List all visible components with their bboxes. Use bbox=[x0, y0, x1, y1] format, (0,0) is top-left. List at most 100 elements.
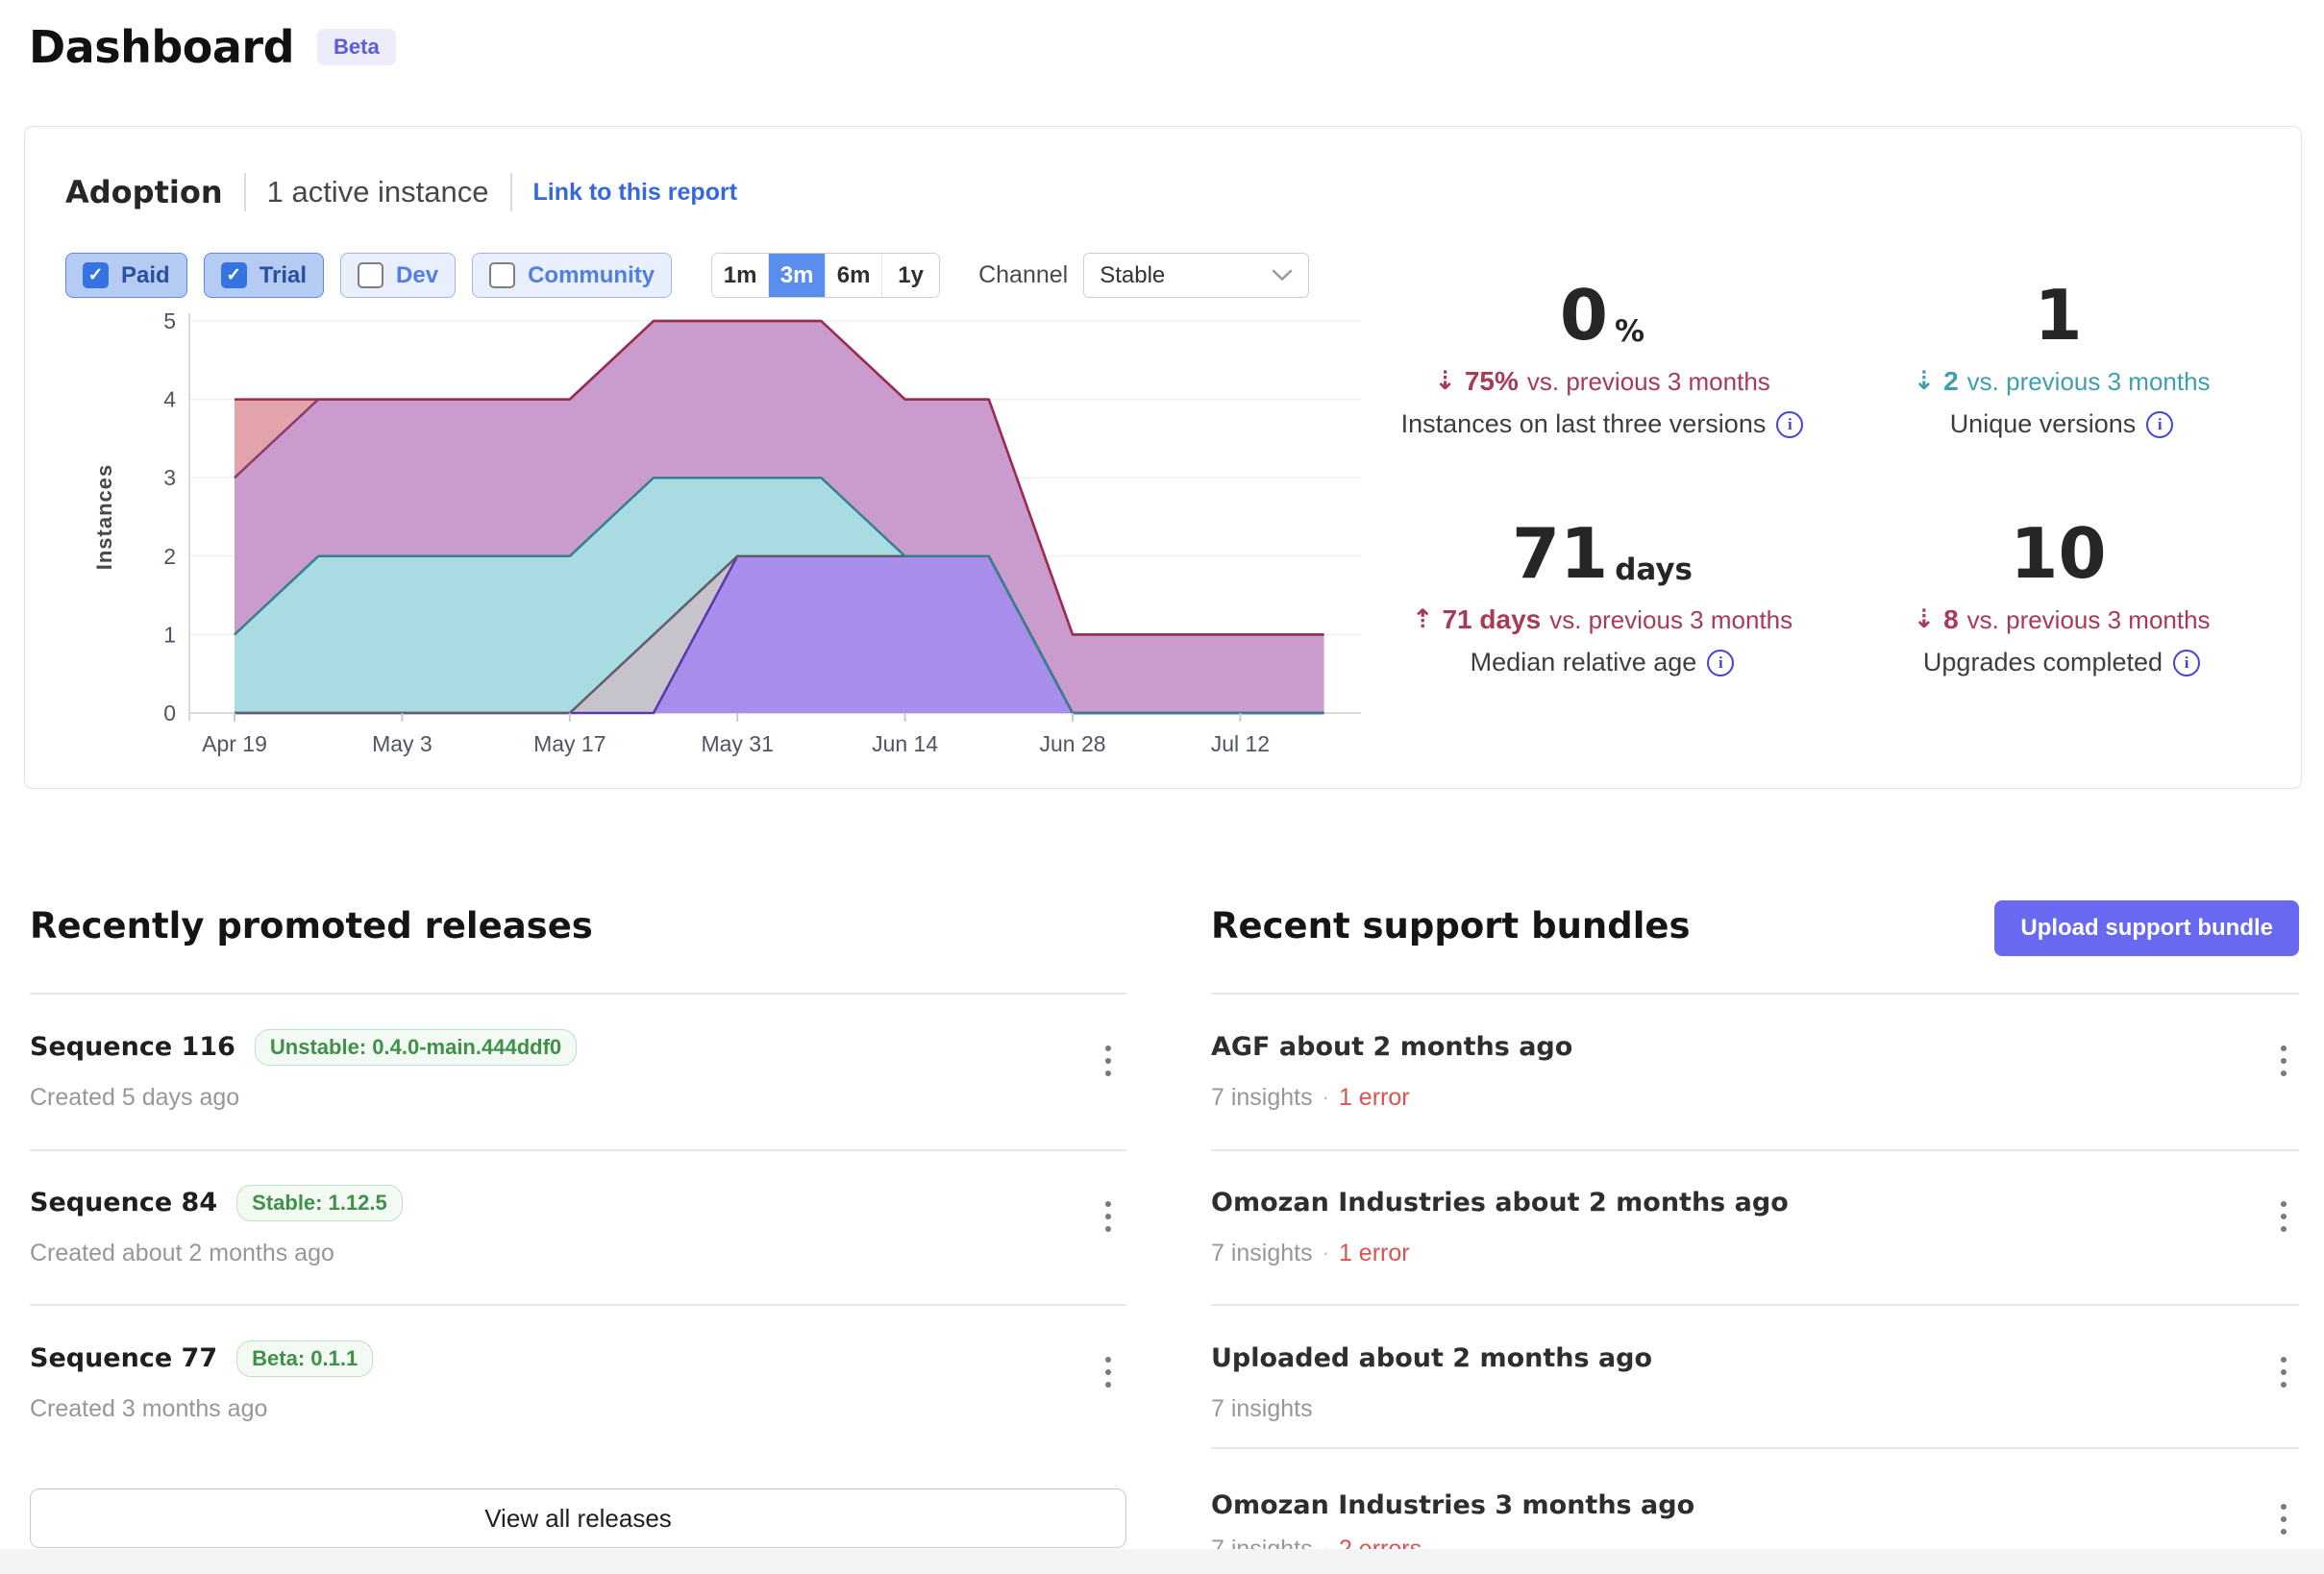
range-1m-button[interactable]: 1m bbox=[712, 254, 769, 297]
bundles-heading: Recent support bundles bbox=[1211, 905, 1691, 947]
filter-paid-checkbox[interactable]: ✓ Paid bbox=[65, 253, 187, 298]
kebab-menu-icon[interactable] bbox=[2273, 1496, 2294, 1542]
view-all-releases-button[interactable]: View all releases bbox=[30, 1488, 1126, 1548]
channel-select[interactable]: Stable bbox=[1083, 253, 1309, 298]
release-version-badge: Unstable: 0.4.0-main.444ddf0 bbox=[255, 1029, 577, 1066]
divider bbox=[30, 1304, 1126, 1306]
adoption-stacked-area-chart[interactable]: Apr 19May 3May 17May 31Jun 14Jun 28Jul 1… bbox=[92, 299, 1380, 760]
adoption-filters: ✓ Paid ✓ Trial Dev Community 1m 3m 6m 1y… bbox=[65, 253, 1309, 298]
adoption-card-header: Adoption 1 active instance Link to this … bbox=[65, 173, 737, 211]
release-row-title: Sequence 84 Stable: 1.12.5 bbox=[30, 1182, 403, 1224]
filter-trial-checkbox[interactable]: ✓ Trial bbox=[204, 253, 324, 298]
stat-label: Median relative age i bbox=[1376, 648, 1828, 677]
divider bbox=[1211, 1304, 2299, 1306]
release-created: Created 3 months ago bbox=[30, 1390, 267, 1428]
stat-upgrades-completed: 10 ⇣ 8 vs. previous 3 months Upgrades co… bbox=[1836, 515, 2287, 677]
svg-text:4: 4 bbox=[163, 387, 176, 412]
time-range-selector: 1m 3m 6m 1y bbox=[711, 253, 940, 298]
channel-label: Channel bbox=[978, 261, 1068, 289]
channel-value: Stable bbox=[1100, 262, 1165, 289]
filter-community-checkbox[interactable]: Community bbox=[472, 253, 672, 298]
svg-text:0: 0 bbox=[163, 701, 176, 726]
divider bbox=[1211, 1447, 2299, 1449]
svg-text:Apr 19: Apr 19 bbox=[202, 731, 267, 756]
divider bbox=[1211, 1149, 2299, 1151]
checkbox-icon bbox=[358, 262, 383, 288]
info-icon[interactable]: i bbox=[2146, 411, 2173, 438]
svg-text:5: 5 bbox=[163, 308, 176, 333]
stat-median-relative-age: 71days ⇡ 71 days vs. previous 3 months M… bbox=[1376, 515, 1828, 677]
filter-label: Community bbox=[528, 262, 655, 289]
stat-change: ⇣ 8 vs. previous 3 months bbox=[1836, 603, 2287, 636]
checkbox-icon: ✓ bbox=[221, 262, 247, 288]
release-row-title: Sequence 116 Unstable: 0.4.0-main.444ddf… bbox=[30, 1026, 577, 1069]
bundle-meta: 7 insights · 1 error bbox=[1211, 1078, 1410, 1117]
trend-down-arrow-icon: ⇣ bbox=[1913, 365, 1935, 398]
bundle-row-title: Omozan Industries about 2 months ago bbox=[1211, 1182, 1789, 1224]
divider bbox=[510, 173, 512, 211]
kebab-menu-icon[interactable] bbox=[2273, 1193, 2294, 1240]
active-instance-count: 1 active instance bbox=[267, 175, 489, 209]
trend-down-arrow-icon: ⇣ bbox=[1913, 603, 1935, 636]
info-icon[interactable]: i bbox=[1707, 650, 1734, 676]
release-row-title: Sequence 77 Beta: 0.1.1 bbox=[30, 1338, 373, 1380]
page-header: Dashboard Beta bbox=[29, 21, 396, 73]
stat-change: ⇡ 71 days vs. previous 3 months bbox=[1376, 603, 1828, 636]
stat-label: Upgrades completed i bbox=[1836, 648, 2287, 677]
trend-down-arrow-icon: ⇣ bbox=[1434, 365, 1456, 398]
info-icon[interactable]: i bbox=[2173, 650, 2200, 676]
bundle-meta: 7 insights · 1 error bbox=[1211, 1234, 1410, 1272]
stat-change: ⇣ 2 vs. previous 3 months bbox=[1836, 365, 2287, 398]
releases-heading: Recently promoted releases bbox=[30, 905, 593, 947]
bundle-row-title: Uploaded about 2 months ago bbox=[1211, 1338, 1652, 1380]
stat-value: 1 bbox=[1836, 277, 2287, 354]
upload-support-bundle-button[interactable]: Upload support bundle bbox=[1994, 900, 2299, 956]
kebab-menu-icon[interactable] bbox=[1098, 1193, 1119, 1240]
bundle-row-title: Omozan Industries 3 months ago bbox=[1211, 1485, 1694, 1527]
bundle-meta: 7 insights bbox=[1211, 1390, 1313, 1428]
stat-value: 10 bbox=[1836, 515, 2287, 592]
divider bbox=[244, 173, 246, 211]
range-1y-button[interactable]: 1y bbox=[882, 254, 939, 297]
next-section-edge bbox=[0, 1549, 2324, 1574]
trend-up-arrow-icon: ⇡ bbox=[1412, 603, 1434, 636]
link-to-report[interactable]: Link to this report bbox=[533, 179, 738, 207]
svg-text:Jun 28: Jun 28 bbox=[1039, 731, 1105, 756]
release-version-badge: Beta: 0.1.1 bbox=[236, 1340, 373, 1377]
release-created: Created 5 days ago bbox=[30, 1078, 239, 1117]
filter-dev-checkbox[interactable]: Dev bbox=[340, 253, 456, 298]
svg-text:3: 3 bbox=[163, 465, 176, 490]
checkbox-icon bbox=[489, 262, 515, 288]
stat-label: Unique versions i bbox=[1836, 409, 2287, 439]
kebab-menu-icon[interactable] bbox=[1098, 1349, 1119, 1395]
stat-change: ⇣ 75% vs. previous 3 months bbox=[1376, 365, 1828, 398]
svg-text:Jun 14: Jun 14 bbox=[872, 731, 938, 756]
svg-text:May 17: May 17 bbox=[533, 731, 606, 756]
svg-text:1: 1 bbox=[163, 622, 176, 647]
info-icon[interactable]: i bbox=[1776, 411, 1803, 438]
svg-text:2: 2 bbox=[163, 544, 176, 569]
kebab-menu-icon[interactable] bbox=[2273, 1349, 2294, 1395]
recently-promoted-releases-section: Recently promoted releases Sequence 116 … bbox=[30, 903, 1126, 1574]
divider bbox=[30, 993, 1126, 995]
filter-label: Trial bbox=[260, 262, 307, 289]
stat-unique-versions: 1 ⇣ 2 vs. previous 3 months Unique versi… bbox=[1836, 277, 2287, 439]
beta-badge: Beta bbox=[317, 29, 396, 65]
bundle-error-count: 1 error bbox=[1339, 1234, 1410, 1272]
release-created: Created about 2 months ago bbox=[30, 1234, 334, 1272]
stat-label: Instances on last three versions i bbox=[1376, 409, 1828, 439]
filter-label: Paid bbox=[121, 262, 170, 289]
svg-text:May 31: May 31 bbox=[701, 731, 773, 756]
svg-text:Instances: Instances bbox=[92, 464, 116, 571]
range-3m-button[interactable]: 3m bbox=[769, 254, 826, 297]
kebab-menu-icon[interactable] bbox=[2273, 1038, 2294, 1084]
svg-text:May 3: May 3 bbox=[372, 731, 433, 756]
adoption-card: Adoption 1 active instance Link to this … bbox=[24, 126, 2302, 789]
bundle-error-count: 1 error bbox=[1339, 1078, 1410, 1117]
checkbox-icon: ✓ bbox=[83, 262, 109, 288]
kebab-menu-icon[interactable] bbox=[1098, 1038, 1119, 1084]
range-6m-button[interactable]: 6m bbox=[826, 254, 882, 297]
stat-value: 0% bbox=[1376, 277, 1828, 354]
filter-label: Dev bbox=[396, 262, 438, 289]
divider bbox=[30, 1149, 1126, 1151]
